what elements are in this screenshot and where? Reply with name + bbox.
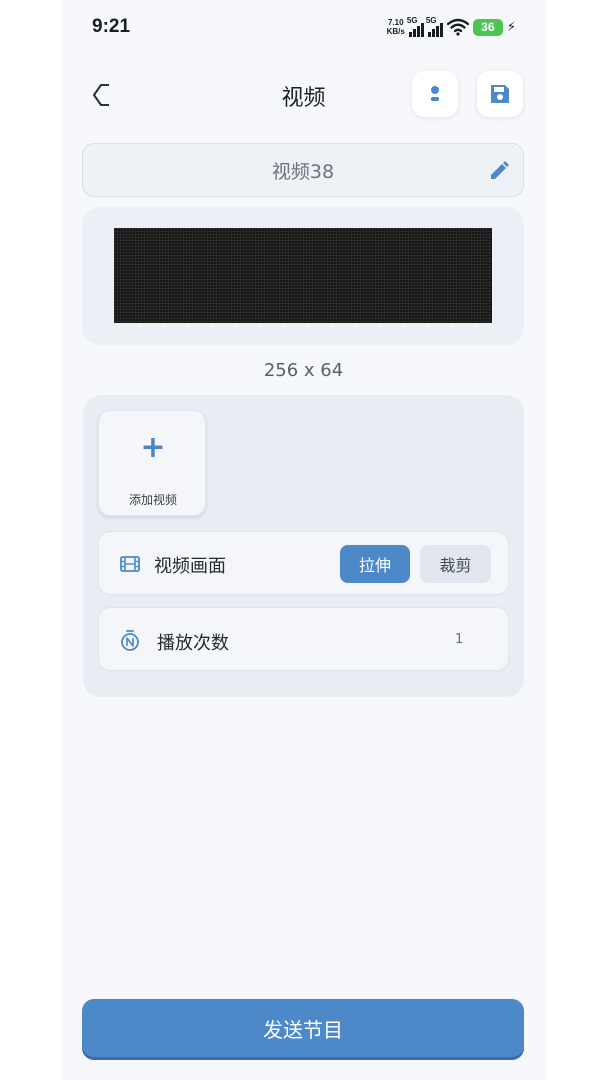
play-count-value[interactable]: 1: [455, 632, 463, 647]
floppy-save-icon: [491, 85, 509, 103]
status-time: 9:21: [92, 16, 131, 37]
crop-option[interactable]: 裁剪: [420, 545, 491, 583]
signal-icon: 5G: [425, 16, 443, 37]
program-name: 视频38: [271, 160, 335, 183]
send-program-button[interactable]: 发送节目: [82, 999, 524, 1057]
video-frame-label: 视频画面: [154, 556, 226, 577]
status-bar: 9:21 7.10 KB/s 5G 5G 36 ⚡: [61, 0, 546, 56]
save-button[interactable]: [477, 71, 523, 117]
page-title: 视频: [281, 86, 326, 111]
program-name-field[interactable]: 视频38: [82, 143, 524, 197]
status-indicators: 7.10 KB/s 5G 5G 36 ⚡: [387, 15, 516, 39]
charging-icon: ⚡: [506, 19, 516, 35]
counter-icon: [121, 630, 139, 651]
battery-indicator: 36: [472, 18, 503, 36]
pencil-icon[interactable]: [488, 160, 510, 182]
app-screen: 9:21 7.10 KB/s 5G 5G 36 ⚡ 视频 视频38 256 x …: [61, 0, 546, 1080]
network-speed: 7.10 KB/s: [387, 18, 405, 36]
led-screen-preview: [114, 228, 492, 323]
sim2-label: 5G: [425, 16, 437, 25]
play-count-row: 播放次数 1: [98, 607, 509, 671]
led-preview-card: [82, 207, 524, 345]
network-speed-unit: KB/s: [386, 27, 405, 36]
add-video-button[interactable]: + 添加视频: [98, 410, 206, 516]
screen-resolution: 256 x 64: [263, 360, 344, 381]
stretch-option[interactable]: 拉伸: [340, 545, 410, 583]
film-icon: [120, 556, 140, 572]
play-count-label: 播放次数: [157, 633, 229, 654]
network-speed-value: 7.10: [387, 18, 404, 27]
device-preview-button[interactable]: [412, 71, 458, 117]
sim1-label: 5G: [406, 16, 418, 25]
plus-icon: +: [140, 430, 166, 465]
add-video-label: 添加视频: [128, 493, 177, 507]
device-preview-icon: [428, 84, 442, 104]
video-frame-row: 视频画面 拉伸 裁剪: [98, 531, 509, 595]
video-settings-card: + 添加视频 视频画面 拉伸 裁剪 播放次数 1: [83, 395, 524, 697]
wifi-icon: [446, 18, 469, 36]
signal-icon: 5G: [406, 16, 424, 37]
